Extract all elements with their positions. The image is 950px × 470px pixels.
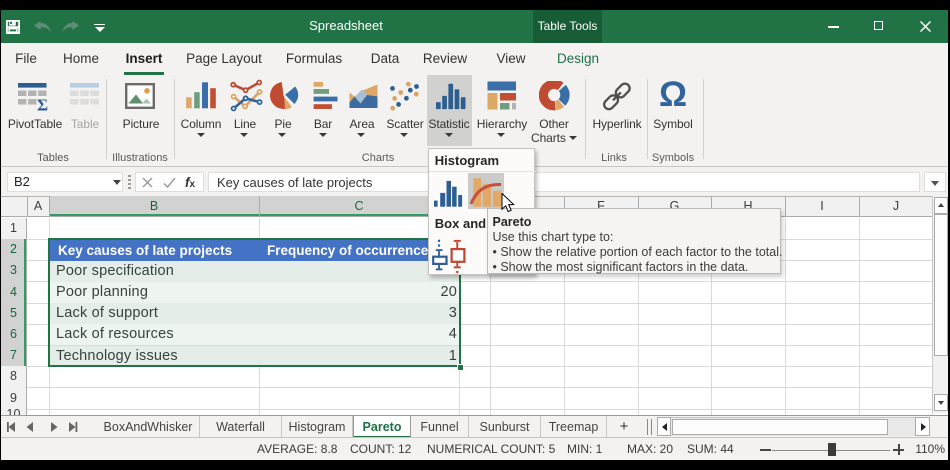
svg-text:Σ: Σ (37, 96, 48, 113)
